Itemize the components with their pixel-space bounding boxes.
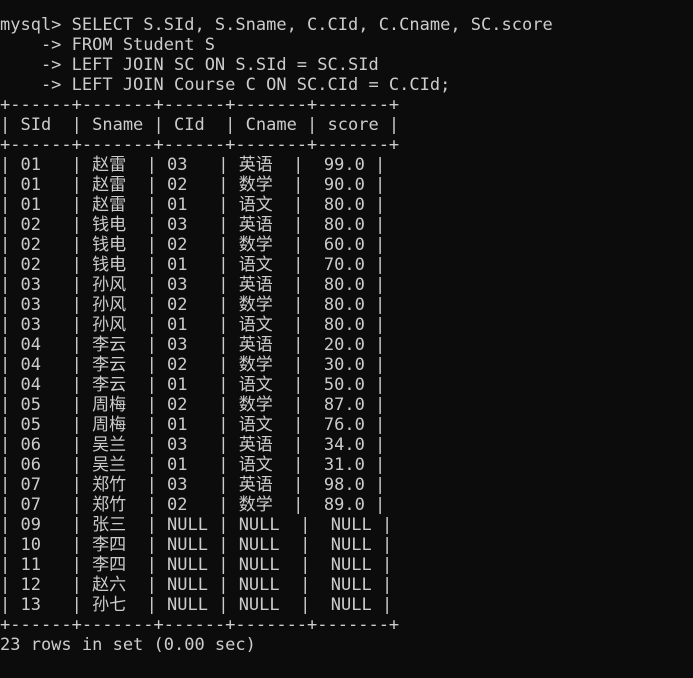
table-row: | 07 | 郑竹 | 02 | 数学 | 89.0 | — [0, 495, 386, 515]
table-row: | 01 | 赵雷 | 02 | 数学 | 90.0 | — [0, 175, 386, 195]
table-row: | 10 | 李四 | NULL | NULL | NULL | — [0, 535, 393, 555]
table-row: | 01 | 赵雷 | 03 | 英语 | 99.0 | — [0, 155, 386, 175]
table-row: | 12 | 赵六 | NULL | NULL | NULL | — [0, 575, 393, 595]
table-row: | 02 | 钱电 | 02 | 数学 | 60.0 | — [0, 235, 386, 255]
table-row: | 04 | 李云 | 02 | 数学 | 30.0 | — [0, 355, 386, 375]
table-row: | 06 | 吴兰 | 03 | 英语 | 34.0 | — [0, 435, 386, 455]
table-row: | 02 | 钱电 | 01 | 语文 | 70.0 | — [0, 255, 386, 275]
table-row: | 03 | 孙风 | 02 | 数学 | 80.0 | — [0, 295, 386, 315]
table-header: | SId | Sname | CId | Cname | score | — [0, 115, 400, 135]
table-row: | 07 | 郑竹 | 03 | 英语 | 98.0 | — [0, 475, 386, 495]
result-summary: 23 rows in set (0.00 sec) — [0, 635, 256, 655]
table-border-bottom: +------+-------+------+-------+-------+ — [0, 615, 400, 635]
command-line: mysql> SELECT S.SId, S.Sname, C.CId, C.C… — [0, 15, 553, 35]
table-row: | 03 | 孙风 | 03 | 英语 | 80.0 | — [0, 275, 386, 295]
table-row: | 13 | 孙七 | NULL | NULL | NULL | — [0, 595, 393, 615]
table-row: | 09 | 张三 | NULL | NULL | NULL | — [0, 515, 393, 535]
table-row: | 06 | 吴兰 | 01 | 语文 | 31.0 | — [0, 455, 386, 475]
command-line: -> LEFT JOIN SC ON S.SId = SC.SId — [0, 55, 379, 75]
table-row: | 05 | 周梅 | 01 | 语文 | 76.0 | — [0, 415, 386, 435]
table-border-mid: +------+-------+------+-------+-------+ — [0, 135, 400, 155]
terminal-window[interactable]: mysql> SELECT S.SId, S.Sname, C.CId, C.C… — [0, 0, 693, 678]
table-row: | 02 | 钱电 | 03 | 英语 | 80.0 | — [0, 215, 386, 235]
table-border-top: +------+-------+------+-------+-------+ — [0, 95, 400, 115]
table-row: | 03 | 孙风 | 01 | 语文 | 80.0 | — [0, 315, 386, 335]
table-row: | 01 | 赵雷 | 01 | 语文 | 80.0 | — [0, 195, 386, 215]
table-row: | 05 | 周梅 | 02 | 数学 | 87.0 | — [0, 395, 386, 415]
table-row: | 11 | 李四 | NULL | NULL | NULL | — [0, 555, 393, 575]
command-line: -> FROM Student S — [0, 35, 215, 55]
table-row: | 04 | 李云 | 03 | 英语 | 20.0 | — [0, 335, 386, 355]
table-row: | 04 | 李云 | 01 | 语文 | 50.0 | — [0, 375, 386, 395]
command-line: -> LEFT JOIN Course C ON SC.CId = C.CId; — [0, 75, 451, 95]
